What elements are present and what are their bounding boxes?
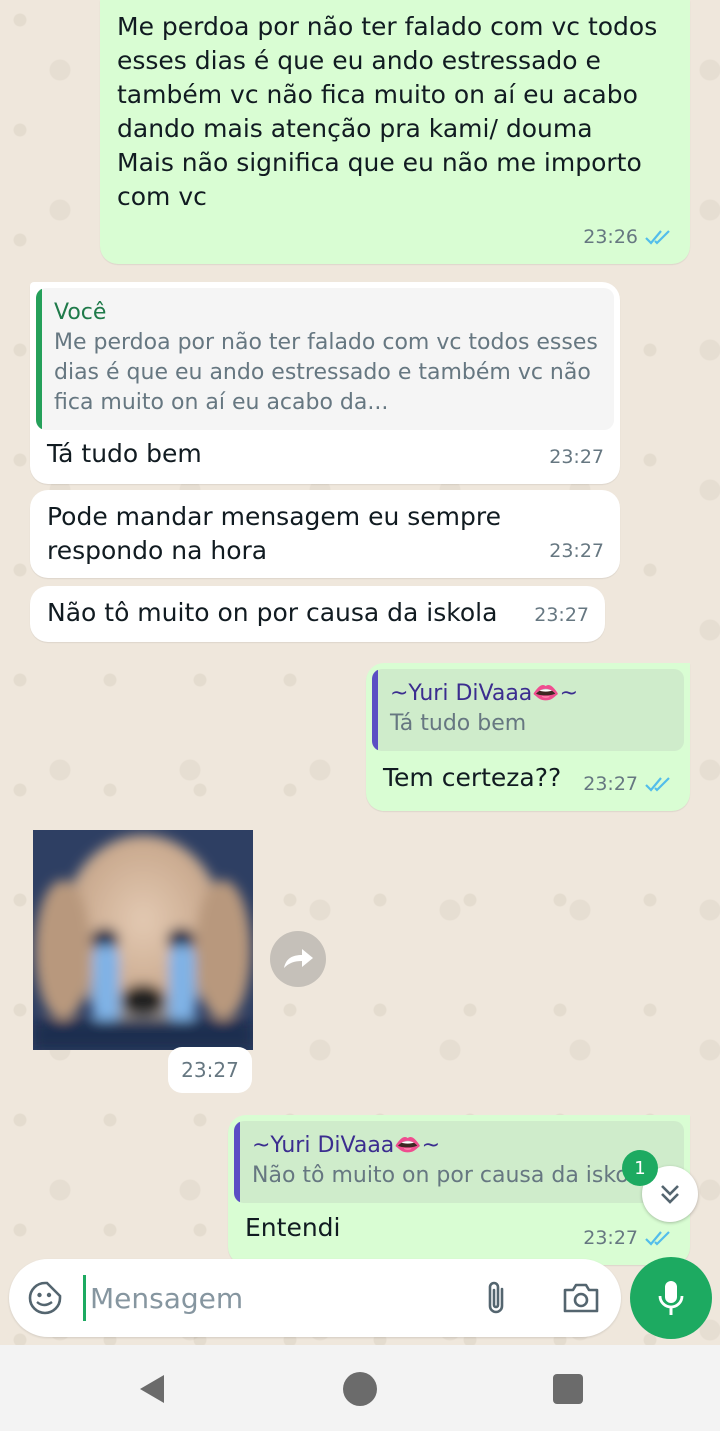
home-icon[interactable]: [343, 1372, 377, 1406]
system-navigation-bar: [0, 1345, 720, 1431]
crying-dog-image: [33, 830, 253, 1050]
image-time: 23:27: [168, 1047, 252, 1093]
message-composer: [9, 1259, 621, 1337]
incoming-message[interactable]: Não tô muito on por causa da iskola 23:2…: [30, 586, 605, 642]
message-time: 23:27: [583, 773, 638, 795]
quote-text: Não tô muito on por causa da iskola: [252, 1163, 649, 1188]
message-text: Tá tudo bem: [47, 439, 202, 468]
incoming-message[interactable]: Pode mandar mensagem eu sempre respondo …: [30, 490, 620, 578]
message-text: Me perdoa por não ter falado com vc todo…: [117, 12, 658, 211]
sticker-button[interactable]: [27, 1280, 63, 1316]
message-text: Não tô muito on por causa da iskola: [47, 598, 498, 627]
message-text: Entendi: [245, 1213, 341, 1242]
quote-author: Você: [54, 300, 107, 325]
incoming-message[interactable]: Você Me perdoa por não ter falado com vc…: [30, 282, 620, 484]
sticker-smiley-icon: [28, 1281, 62, 1315]
back-icon[interactable]: [136, 1372, 168, 1406]
message-time: 23:27: [583, 1227, 638, 1249]
forward-icon: [284, 949, 313, 968]
message-time: 23:27: [549, 540, 604, 562]
message-meta: 23:27: [583, 1221, 674, 1255]
double-check-icon: [645, 777, 670, 792]
camera-button[interactable]: [561, 1281, 601, 1315]
quote-bar: [372, 669, 378, 751]
quote-bar: [36, 288, 42, 430]
quote-bar: [234, 1121, 240, 1203]
quoted-message[interactable]: ~Yuri DiVaaa👄~ Não tô muito on por causa…: [234, 1121, 684, 1203]
quote-text: Me perdoa por não ter falado com vc todo…: [54, 330, 598, 415]
outgoing-message[interactable]: Me perdoa por não ter falado com vc todo…: [100, 0, 690, 264]
voice-message-button[interactable]: [630, 1257, 712, 1339]
unread-count-badge: 1: [622, 1150, 658, 1186]
attach-button[interactable]: [479, 1279, 515, 1317]
message-time: 23:27: [534, 604, 589, 626]
recent-apps-icon[interactable]: [553, 1374, 583, 1404]
message-meta: 23:26: [583, 220, 674, 254]
quote-author: ~Yuri DiVaaa👄~: [252, 1133, 441, 1158]
microphone-icon: [658, 1281, 684, 1315]
message-text: Tem certeza??: [383, 763, 562, 792]
paperclip-icon: [488, 1281, 504, 1314]
outgoing-message[interactable]: ~Yuri DiVaaa👄~ Não tô muito on por causa…: [228, 1115, 690, 1265]
message-time: 23:26: [583, 226, 638, 248]
message-input[interactable]: [83, 1275, 463, 1321]
chat-area[interactable]: Me perdoa por não ter falado com vc todo…: [0, 0, 720, 1345]
double-chevron-down-icon: [661, 1185, 679, 1204]
message-meta: 23:27: [549, 534, 604, 568]
quoted-message[interactable]: ~Yuri DiVaaa👄~ Tá tudo bem: [372, 669, 684, 751]
message-meta: 23:27: [534, 598, 589, 632]
quoted-message[interactable]: Você Me perdoa por não ter falado com vc…: [36, 288, 614, 430]
double-check-icon: [645, 230, 670, 245]
quote-text: Tá tudo bem: [390, 711, 527, 736]
outgoing-message[interactable]: ~Yuri DiVaaa👄~ Tá tudo bem Tem certeza??…: [366, 663, 690, 811]
forward-button[interactable]: [270, 931, 326, 987]
message-time: 23:27: [549, 446, 604, 468]
camera-icon: [563, 1283, 599, 1313]
image-message[interactable]: [33, 830, 253, 1050]
quote-author: ~Yuri DiVaaa👄~: [390, 681, 579, 706]
double-check-icon: [645, 1231, 670, 1246]
message-meta: 23:27: [549, 440, 604, 474]
message-text: Pode mandar mensagem eu sempre respondo …: [47, 502, 509, 565]
message-meta: 23:27: [583, 767, 674, 801]
